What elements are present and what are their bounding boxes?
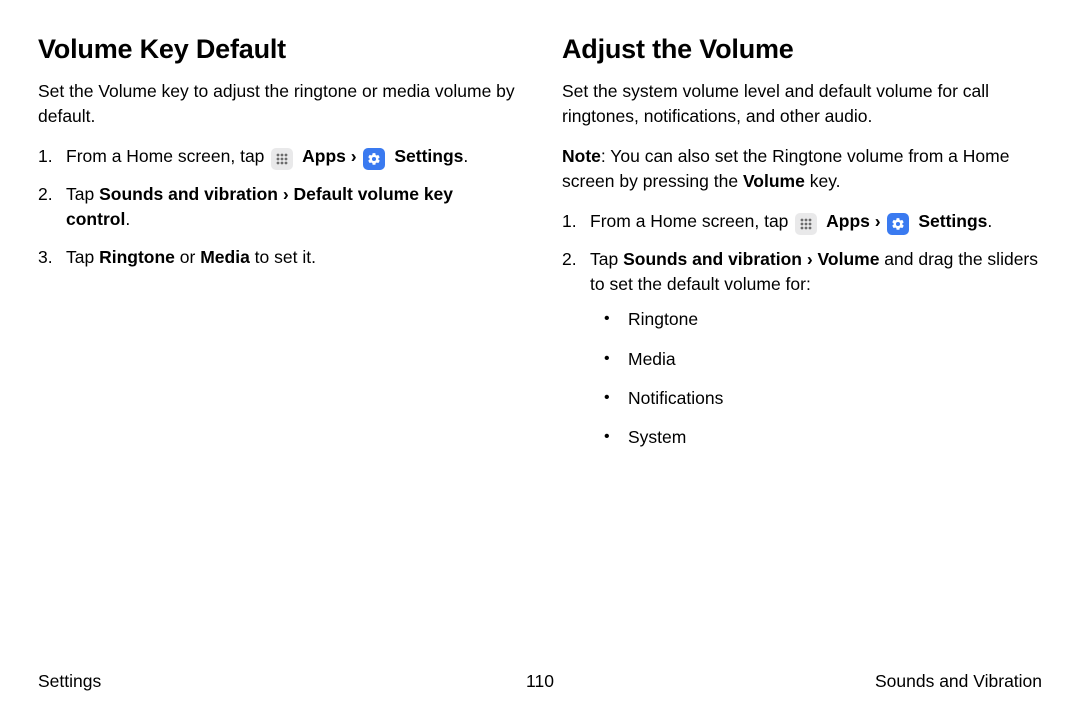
note-text: key. <box>805 171 841 191</box>
heading-adjust-volume: Adjust the Volume <box>562 34 1042 65</box>
intro-volume-key-default: Set the Volume key to adjust the rington… <box>38 79 518 130</box>
bullet-media: Media <box>604 347 1042 372</box>
step-bold: Sounds and vibration › Volume <box>623 249 879 269</box>
period: . <box>987 211 992 231</box>
step-bold-media: Media <box>200 247 250 267</box>
step-1: From a Home screen, tap Apps › <box>38 144 518 170</box>
settings-icon <box>887 213 909 235</box>
apps-icon <box>795 213 817 235</box>
step-3: Tap Ringtone or Media to set it. <box>38 245 518 270</box>
settings-label: Settings <box>394 146 463 166</box>
steps-adjust-volume: From a Home screen, tap Apps › <box>562 209 1042 451</box>
step-text: to set it. <box>250 247 316 267</box>
step-2: Tap Sounds and vibration › Default volum… <box>38 182 518 233</box>
step-1: From a Home screen, tap Apps › <box>562 209 1042 235</box>
page-footer: Settings 110 Sounds and Vibration <box>38 671 1042 692</box>
step-text: or <box>175 247 200 267</box>
step-text: From a Home screen, tap <box>590 211 793 231</box>
footer-page-number: 110 <box>373 671 708 692</box>
step-text: Tap <box>66 184 99 204</box>
step-2: Tap Sounds and vibration › Volume and dr… <box>562 247 1042 451</box>
chevron-right-icon: › <box>875 211 886 231</box>
period: . <box>125 209 130 229</box>
volume-bullets: Ringtone Media Notifications System <box>590 307 1042 451</box>
step-bold-ringtone: Ringtone <box>99 247 175 267</box>
note-label: Note <box>562 146 601 166</box>
heading-volume-key-default: Volume Key Default <box>38 34 518 65</box>
period: . <box>463 146 468 166</box>
intro-adjust-volume: Set the system volume level and default … <box>562 79 1042 130</box>
step-text: Tap <box>66 247 99 267</box>
page-columns: Volume Key Default Set the Volume key to… <box>38 34 1042 465</box>
bullet-notifications: Notifications <box>604 386 1042 411</box>
apps-label: Apps <box>826 211 870 231</box>
settings-label: Settings <box>918 211 987 231</box>
chevron-right-icon: › <box>351 146 362 166</box>
apps-icon <box>271 148 293 170</box>
apps-label: Apps <box>302 146 346 166</box>
note: Note: You can also set the Ringtone volu… <box>562 144 1042 195</box>
column-adjust-volume: Adjust the Volume Set the system volume … <box>562 34 1042 465</box>
bullet-ringtone: Ringtone <box>604 307 1042 332</box>
settings-icon <box>363 148 385 170</box>
bullet-system: System <box>604 425 1042 450</box>
column-volume-key-default: Volume Key Default Set the Volume key to… <box>38 34 518 465</box>
footer-left: Settings <box>38 671 373 692</box>
footer-right: Sounds and Vibration <box>707 671 1042 692</box>
step-text: From a Home screen, tap <box>66 146 269 166</box>
step-text: Tap <box>590 249 623 269</box>
steps-volume-key-default: From a Home screen, tap Apps › <box>38 144 518 270</box>
note-bold: Volume <box>743 171 805 191</box>
